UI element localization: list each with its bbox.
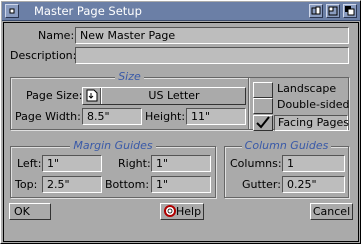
landscape-label: Landscape (277, 82, 337, 95)
iconify-icon (311, 6, 321, 15)
landscape-checkbox[interactable] (253, 82, 273, 98)
help-button[interactable]: Help (160, 203, 204, 220)
close-icon (9, 8, 15, 14)
gutter-field[interactable]: 0.25" (282, 176, 345, 193)
right-margin-label: Right: (118, 157, 151, 170)
page-width-field[interactable]: 8.5" (82, 108, 142, 125)
left-margin-field[interactable]: 1" (42, 155, 102, 172)
page-size-label: Page Size: (26, 89, 83, 102)
top-margin-field[interactable]: 2.5" (42, 176, 102, 193)
help-icon (164, 205, 176, 221)
facing-pages-label: Facing Pages (274, 115, 349, 131)
help-label: Help (176, 205, 202, 218)
title-bar[interactable]: Master Page Setup (2, 2, 360, 21)
gutter-label: Gutter: (242, 178, 281, 191)
columns-label: Columns: (230, 157, 282, 170)
name-field[interactable]: New Master Page (75, 27, 349, 44)
columns-field[interactable]: 1 (282, 155, 345, 172)
zoom-button[interactable] (326, 4, 340, 18)
page-width-label: Page Width: (15, 110, 81, 123)
page-size-value: US Letter (148, 89, 200, 102)
name-label: Name: (38, 29, 75, 42)
checkmark-icon (256, 116, 270, 129)
popup-icon (86, 89, 98, 106)
double-sided-checkbox[interactable] (253, 98, 273, 114)
bottom-margin-label: Bottom: (105, 178, 150, 191)
depth-button[interactable] (343, 4, 357, 18)
iconify-button[interactable] (309, 4, 323, 18)
ok-button[interactable]: OK (9, 203, 51, 220)
margin-guides-title: Margin Guides (70, 139, 156, 152)
bottom-margin-field[interactable]: 1" (151, 176, 211, 193)
page-size-popup[interactable]: US Letter (82, 87, 246, 105)
dialog-window: Master Page Setup Name: New Master Page … (0, 0, 361, 244)
facing-pages-checkbox[interactable] (253, 115, 273, 131)
zoom-icon (328, 6, 338, 16)
description-label: Description: (10, 49, 77, 62)
right-margin-field[interactable]: 1" (151, 155, 211, 172)
close-button[interactable] (5, 4, 19, 18)
height-field[interactable]: 11" (186, 108, 246, 125)
height-label: Height: (145, 110, 186, 123)
left-margin-label: Left: (17, 157, 42, 170)
cancel-button[interactable]: Cancel (310, 203, 353, 220)
description-field[interactable] (75, 47, 349, 64)
column-guides-title: Column Guides (241, 139, 332, 152)
window-title: Master Page Setup (34, 4, 142, 18)
double-sided-label: Double-sided (277, 98, 350, 111)
top-margin-label: Top: (15, 178, 38, 191)
depth-icon (345, 6, 355, 16)
size-group-title: Size (115, 70, 144, 83)
